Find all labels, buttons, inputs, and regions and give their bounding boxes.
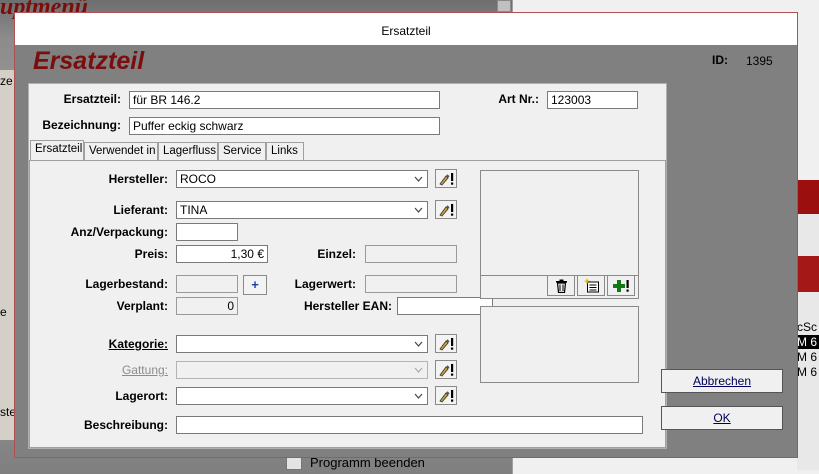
hersteller-ean-label: Hersteller EAN: [303,299,392,313]
kategorie-label-text: Kategorie: [108,337,168,351]
delete-image-button[interactable] [547,275,575,296]
gattung-label: Gattung: [30,363,168,377]
background-list-item: M 6 [797,365,818,379]
tab-panel-ersatzteil: Hersteller: ROCO Lieferant: TINA Anz/Ver… [29,160,666,448]
hersteller-select[interactable]: ROCO [176,170,428,188]
gattung-label-text: Gattung: [121,363,168,377]
tab-service[interactable]: Service [218,142,266,160]
hersteller-edit-button[interactable] [435,169,457,188]
bezeichnung-label: Bezeichnung: [42,118,121,132]
kategorie-label: Kategorie: [30,337,168,351]
ersatzteil-field[interactable]: für BR 146.2 [129,91,440,109]
preis-field[interactable]: 1,30 € [176,245,268,263]
tab-links[interactable]: Links [266,142,304,160]
lieferant-select-value: TINA [180,203,208,217]
beschreibung-field[interactable] [176,416,643,434]
page-title: Ersatzteil [33,47,145,75]
dialog-window-title: Ersatzteil [381,24,431,38]
secondary-image-box [480,306,639,383]
ersatzteil-form: Ersatzteil: für BR 146.2 Art Nr.: 123003… [28,83,667,449]
beschreibung-label: Beschreibung: [83,418,168,432]
background-snippet: e [0,305,7,319]
tab-verwendet-in[interactable]: Verwendet in [84,142,158,160]
lagerort-select[interactable] [176,387,428,405]
gattung-edit-button[interactable] [435,360,457,379]
artnr-label: Art Nr.: [498,92,539,106]
chevron-down-icon [412,364,425,376]
background-list-item: M 6 [797,335,819,349]
add-image-button[interactable] [607,275,635,296]
kategorie-edit-button[interactable] [435,334,457,353]
preis-label: Preis: [134,247,168,261]
background-snippet: ze [0,74,13,88]
ersatzteil-dialog: Ersatzteil Ersatzteil ID: 1395 Ersatztei… [14,12,798,458]
lagerort-edit-button[interactable] [435,386,457,405]
lieferant-select[interactable]: TINA [176,201,428,219]
verplant-field: 0 [176,297,238,315]
kategorie-select[interactable] [176,335,428,353]
lagerwert-field [365,275,457,293]
chevron-down-icon [412,173,425,185]
lieferant-edit-button[interactable] [435,200,457,219]
background-scroll-handle [497,0,511,12]
lagerort-label: Lagerort: [115,389,168,403]
image-preview-box [480,170,639,299]
hersteller-ean-field[interactable] [397,297,493,315]
chevron-down-icon [412,338,425,350]
id-label: ID: [712,53,728,67]
gattung-select [176,361,428,379]
id-value: 1395 [746,54,773,68]
background-right-block [797,256,819,292]
artnr-field[interactable]: 123003 [547,91,638,109]
abbrechen-button[interactable]: Abbrechen [661,369,783,393]
background-list-item: M 6 [797,350,818,364]
anz-verpackung-label: Anz/Verpackung: [70,225,168,239]
chevron-down-icon [412,204,425,216]
verplant-label: Verplant: [116,299,168,313]
anz-verpackung-field[interactable] [176,223,238,241]
new-image-button[interactable] [577,275,605,296]
ok-button[interactable]: OK [661,406,783,430]
lieferant-label: Lieferant: [113,203,168,217]
einzel-label: Einzel: [317,247,356,261]
tab-ersatzteil[interactable]: Ersatzteil [30,140,84,160]
ersatzteil-label: Ersatzteil: [63,92,121,106]
tab-lagerfluss[interactable]: Lagerfluss [158,142,218,160]
background-list-item: cSc [797,320,818,334]
lagerwert-label: Lagerwert: [294,277,356,291]
lagerbestand-add-button[interactable]: + [243,275,267,295]
hersteller-label: Hersteller: [108,172,168,186]
lagerbestand-label: Lagerbestand: [85,277,168,291]
chevron-down-icon [412,390,425,402]
lagerbestand-field [176,275,238,293]
bezeichnung-field[interactable]: Puffer eckig schwarz [129,117,440,135]
einzel-field [365,245,457,263]
hersteller-select-value: ROCO [180,172,216,186]
